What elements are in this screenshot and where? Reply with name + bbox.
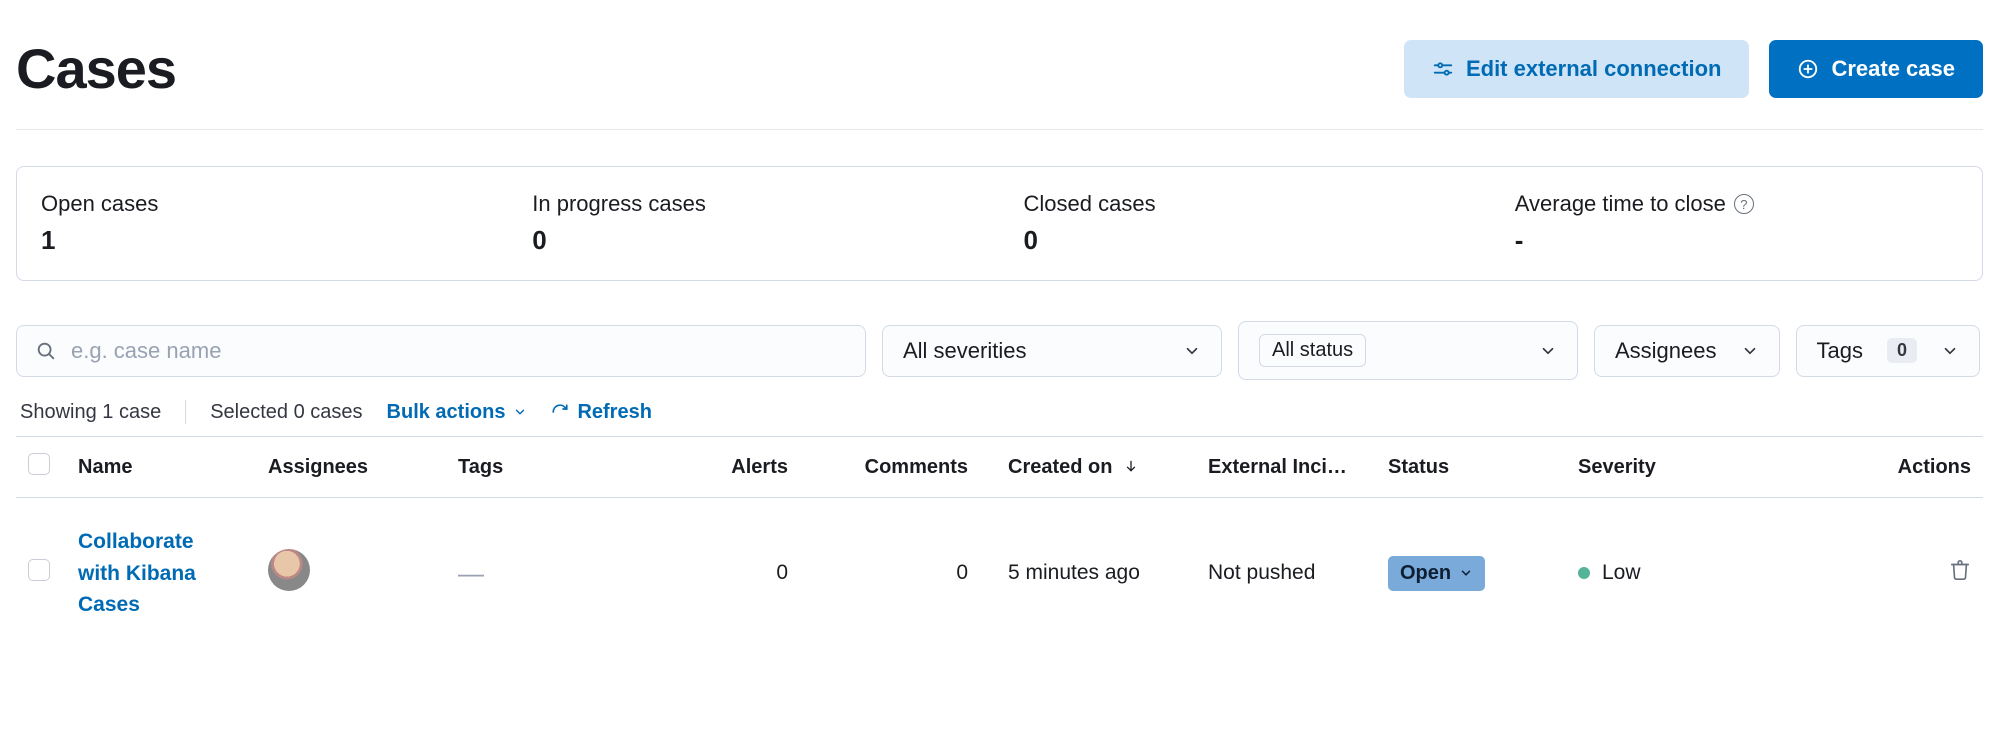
- severity-label: Low: [1602, 561, 1641, 584]
- tags-filter[interactable]: Tags 0: [1796, 325, 1981, 377]
- assignees-filter[interactable]: Assignees: [1594, 325, 1780, 377]
- severity-filter-label: All severities: [903, 338, 1026, 364]
- status-label: Open: [1400, 562, 1451, 585]
- sort-descending-icon: [1124, 456, 1138, 478]
- stat-closed-label: Closed cases: [1024, 191, 1467, 217]
- plus-circle-icon: [1797, 58, 1819, 80]
- chevron-down-icon: [1941, 342, 1959, 360]
- stat-avg-label-text: Average time to close: [1515, 191, 1726, 217]
- search-input[interactable]: [71, 338, 847, 364]
- col-actions: Actions: [1786, 437, 1983, 498]
- stat-closed-value: 0: [1024, 225, 1467, 256]
- page-header: Cases Edit external connection Create ca…: [16, 16, 1983, 130]
- avatar[interactable]: [268, 549, 310, 591]
- stat-open-cases: Open cases 1: [17, 191, 508, 256]
- filters-row: All severities All status Assignees Tags…: [16, 321, 1983, 380]
- col-severity[interactable]: Severity: [1566, 437, 1786, 498]
- chevron-down-icon: [1539, 342, 1557, 360]
- severity-cell: Low: [1566, 498, 1786, 649]
- chevron-down-icon: [1183, 342, 1201, 360]
- col-comments[interactable]: Comments: [816, 437, 996, 498]
- severity-dot-icon: [1578, 567, 1590, 579]
- stat-in-progress-label: In progress cases: [532, 191, 975, 217]
- stat-open-value: 1: [41, 225, 484, 256]
- status-filter-label: All status: [1259, 334, 1366, 367]
- table-meta-row: Showing 1 case Selected 0 cases Bulk act…: [16, 400, 1983, 424]
- chevron-down-icon: [513, 405, 527, 419]
- search-icon: [35, 340, 57, 362]
- col-created-on[interactable]: Created on: [996, 437, 1196, 498]
- divider: [185, 400, 186, 424]
- bulk-actions-label: Bulk actions: [387, 401, 506, 424]
- col-status[interactable]: Status: [1376, 437, 1566, 498]
- col-created-on-label: Created on: [1008, 456, 1112, 478]
- chevron-down-icon: [1459, 566, 1473, 580]
- search-box[interactable]: [16, 325, 866, 377]
- alerts-value: 0: [676, 498, 816, 649]
- stat-in-progress-cases: In progress cases 0: [508, 191, 999, 256]
- severity-filter[interactable]: All severities: [882, 325, 1222, 377]
- col-assignees[interactable]: Assignees: [256, 437, 446, 498]
- stats-panel: Open cases 1 In progress cases 0 Closed …: [16, 166, 1983, 281]
- stat-open-label: Open cases: [41, 191, 484, 217]
- comments-value: 0: [816, 498, 996, 649]
- col-name[interactable]: Name: [66, 437, 256, 498]
- trash-icon: [1949, 559, 1971, 581]
- create-case-label: Create case: [1831, 56, 1955, 82]
- chevron-down-icon: [1741, 342, 1759, 360]
- tags-filter-count: 0: [1887, 338, 1917, 363]
- stat-avg-label: Average time to close ?: [1515, 191, 1958, 217]
- assignees-filter-label: Assignees: [1615, 338, 1717, 364]
- status-badge[interactable]: Open: [1388, 556, 1485, 591]
- help-icon[interactable]: ?: [1734, 194, 1754, 214]
- status-filter[interactable]: All status: [1238, 321, 1578, 380]
- table-row: Collaborate with Kibana Cases — 0 0 5 mi…: [16, 498, 1983, 649]
- external-value: Not pushed: [1196, 498, 1376, 649]
- created-on-value: 5 minutes ago: [996, 498, 1196, 649]
- edit-external-connection-label: Edit external connection: [1466, 56, 1722, 82]
- refresh-button[interactable]: Refresh: [551, 401, 651, 424]
- stat-in-progress-value: 0: [532, 225, 975, 256]
- create-case-button[interactable]: Create case: [1769, 40, 1983, 98]
- select-all-checkbox[interactable]: [28, 453, 50, 475]
- refresh-icon: [551, 403, 569, 421]
- page-title: Cases: [16, 36, 176, 101]
- edit-external-connection-button[interactable]: Edit external connection: [1404, 40, 1750, 98]
- row-checkbox[interactable]: [28, 559, 50, 581]
- showing-count: Showing 1 case: [20, 401, 161, 424]
- stat-avg-time-to-close: Average time to close ? -: [1491, 191, 1982, 256]
- delete-button[interactable]: [1949, 563, 1971, 586]
- sliders-icon: [1432, 58, 1454, 80]
- refresh-label: Refresh: [577, 401, 651, 424]
- col-external[interactable]: External Inci…: [1196, 437, 1376, 498]
- case-name-link[interactable]: Collaborate with Kibana Cases: [78, 526, 238, 621]
- stat-closed-cases: Closed cases 0: [1000, 191, 1491, 256]
- col-tags[interactable]: Tags: [446, 437, 676, 498]
- selected-count: Selected 0 cases: [210, 401, 362, 424]
- header-actions: Edit external connection Create case: [1404, 40, 1983, 98]
- tags-empty: —: [458, 558, 485, 588]
- cases-table: Name Assignees Tags Alerts Comments Crea…: [16, 436, 1983, 649]
- tags-filter-label: Tags: [1817, 338, 1863, 364]
- col-alerts[interactable]: Alerts: [676, 437, 816, 498]
- stat-avg-value: -: [1515, 225, 1958, 256]
- table-header-row: Name Assignees Tags Alerts Comments Crea…: [16, 437, 1983, 498]
- bulk-actions-button[interactable]: Bulk actions: [387, 401, 528, 424]
